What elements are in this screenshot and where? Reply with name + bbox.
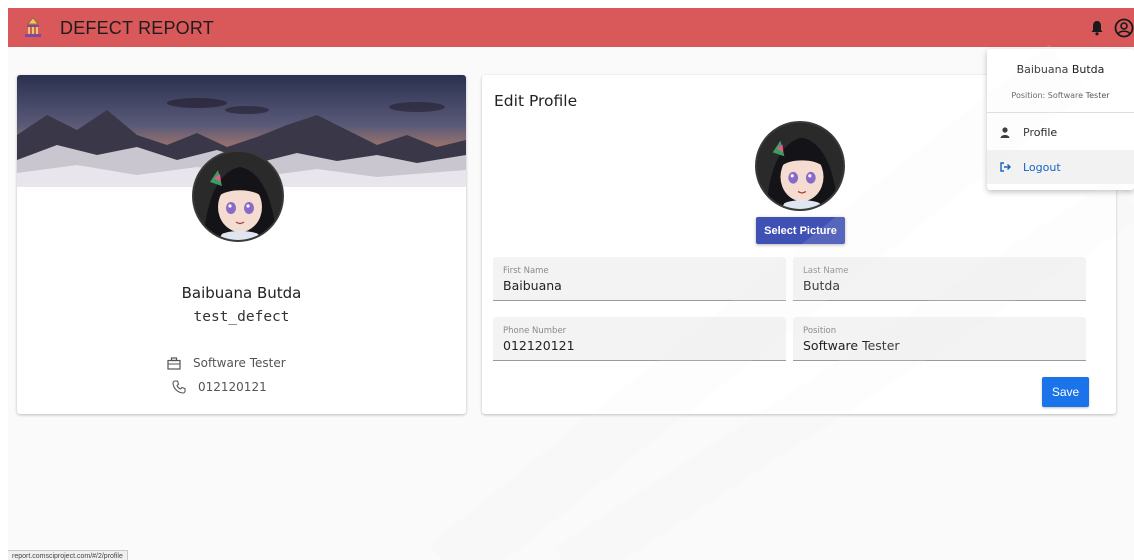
top-app-bar: DEFECT REPORT	[8, 8, 1134, 47]
user-icon	[1000, 126, 1010, 138]
first-name-input[interactable]	[503, 278, 763, 293]
first-name-field[interactable]: First Name	[493, 257, 786, 301]
profile-name: Baibuana Butda	[181, 284, 302, 302]
app-title: DEFECT REPORT	[60, 18, 214, 38]
phone-number-label: Phone Number	[503, 326, 567, 336]
edit-profile-avatar	[755, 121, 845, 211]
app-frame: DEFECT REPORT Baibuana Butda test_defect…	[8, 8, 1134, 560]
profile-phone: 012120121	[198, 380, 267, 394]
status-link: report.comsciproject.com/#/2/profile	[8, 550, 128, 560]
account-menu-name: Baibuana Butda	[1016, 63, 1105, 76]
phone-number-field[interactable]: Phone Number	[493, 317, 786, 361]
account-circle-icon[interactable]	[1114, 18, 1134, 38]
profile-position: Software Tester	[193, 356, 286, 370]
position-input[interactable]	[803, 338, 1063, 353]
profile-avatar	[192, 150, 284, 242]
briefcase-icon	[167, 356, 181, 370]
logout-icon	[1000, 162, 1011, 172]
profile-summary-card: Baibuana Butda test_defect Software Test…	[17, 75, 466, 414]
save-button[interactable]: Save	[1042, 377, 1089, 407]
position-field[interactable]: Position	[793, 317, 1086, 361]
account-menu-position: Position: Software Tester	[1011, 91, 1110, 100]
first-name-label: First Name	[503, 266, 549, 276]
profile-username: test_defect	[193, 309, 290, 325]
last-name-label: Last Name	[803, 266, 849, 276]
last-name-field[interactable]: Last Name	[793, 257, 1086, 301]
menu-item-logout-label: Logout	[1023, 160, 1061, 174]
temple-logo-icon	[25, 17, 41, 37]
last-name-input[interactable]	[803, 278, 1063, 293]
account-menu-divider	[987, 112, 1134, 113]
select-picture-button[interactable]: Select Picture	[756, 217, 845, 244]
menu-item-profile-label: Profile	[1023, 125, 1058, 139]
profile-position-row: Software Tester	[167, 356, 286, 370]
phone-icon	[172, 380, 186, 394]
phone-number-input[interactable]	[503, 338, 763, 353]
menu-item-logout[interactable]: Logout	[987, 150, 1134, 184]
account-menu: Baibuana Butda Position: Software Tester…	[987, 49, 1134, 190]
profile-phone-row: 012120121	[172, 380, 267, 394]
bell-icon[interactable]	[1090, 20, 1104, 36]
menu-item-profile[interactable]: Profile	[987, 115, 1134, 149]
position-label: Position	[803, 326, 837, 336]
edit-profile-title: Edit Profile	[494, 92, 578, 110]
